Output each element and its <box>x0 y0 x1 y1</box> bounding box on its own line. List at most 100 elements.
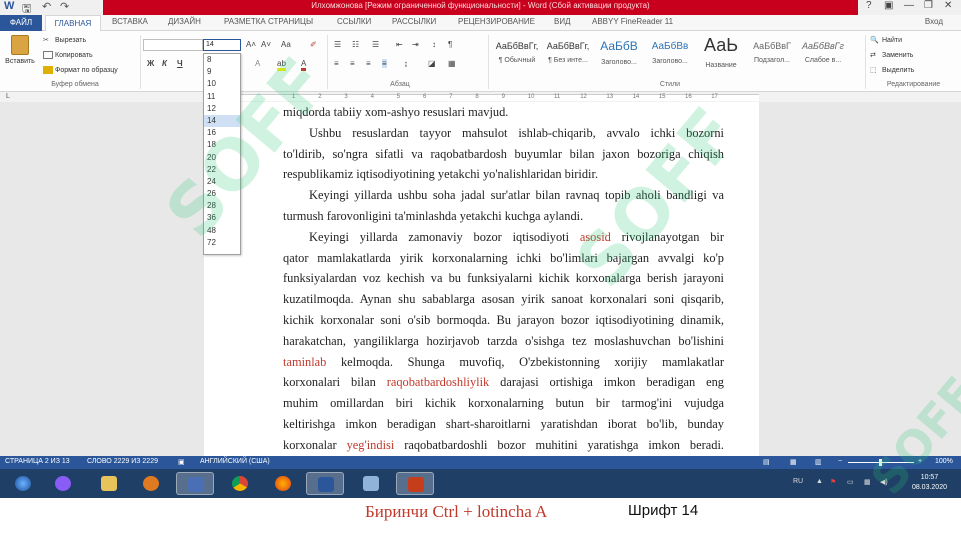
font-size-option[interactable]: 24 <box>204 176 240 188</box>
text-line[interactable]: korxonalar yeg'indisi raqobatbardoshli b… <box>283 435 724 456</box>
font-size-option[interactable]: 9 <box>204 66 240 78</box>
tab-design[interactable]: ДИЗАЙН <box>168 17 201 26</box>
font-name-field[interactable] <box>143 39 203 51</box>
multilevel-list-icon[interactable]: ☰ <box>372 40 379 49</box>
change-case-button[interactable]: Aa <box>281 40 291 49</box>
font-size-option[interactable]: 36 <box>204 212 240 224</box>
text-line[interactable]: keltirishga imkon beradigan shart-sharoi… <box>283 414 724 435</box>
font-size-option[interactable]: 12 <box>204 103 240 115</box>
font-size-option[interactable]: 20 <box>204 152 240 164</box>
word-icon[interactable] <box>306 472 344 495</box>
read-mode-icon[interactable]: ▤ <box>763 458 770 466</box>
decrease-indent-icon[interactable]: ⇤ <box>396 40 403 49</box>
text-line[interactable]: Ushbu resuslardan tayyor mahsulot ishlab… <box>283 123 724 144</box>
font-color-icon[interactable]: A <box>301 59 307 71</box>
misspelled-word[interactable]: yeg'indisi <box>347 438 395 452</box>
format-painter-button[interactable]: Формат по образцу <box>43 66 118 74</box>
text-line[interactable]: qator mamlakatlarda yirik korxonalarning… <box>283 248 724 269</box>
highlight-icon[interactable]: ab <box>277 59 286 71</box>
bold-button[interactable]: Ж <box>147 59 154 68</box>
text-line[interactable]: respublikamiz iqtisodiyotining yetakchi … <box>283 164 724 185</box>
borders-icon[interactable]: ▦ <box>448 59 456 68</box>
clock[interactable]: 10:57 08.03.2020 <box>912 473 947 493</box>
underline-button[interactable]: Ч <box>177 59 183 68</box>
misspelled-word[interactable]: raqobatbardoshliylik <box>387 375 490 389</box>
text-line[interactable]: miqdorda tabiiy xom-ashyo resuslari mavj… <box>283 102 724 123</box>
zoom-in-button[interactable]: + <box>918 458 922 465</box>
alice-icon[interactable] <box>44 472 82 495</box>
text-line[interactable]: kichik korxonalar soni o'sib bormoqda. B… <box>283 310 724 331</box>
tab-selector-icon[interactable]: L <box>6 93 10 100</box>
network-icon[interactable]: ▦ <box>864 478 871 486</box>
text-line[interactable]: korxonalari bilan raqobatbardoshliylik d… <box>283 372 724 393</box>
increase-indent-icon[interactable]: ⇥ <box>412 40 419 49</box>
language-tray[interactable]: RU <box>793 478 803 485</box>
action-center-icon[interactable]: ⚑ <box>830 478 836 486</box>
style-heading-2[interactable]: АаБбВв Заголово... <box>645 35 695 75</box>
help-button[interactable]: ? <box>866 0 872 11</box>
folder-icon[interactable] <box>90 472 128 495</box>
zoom-out-button[interactable]: − <box>838 458 842 465</box>
zoom-level[interactable]: 100% <box>935 458 953 465</box>
clear-format-icon[interactable]: ✐ <box>310 40 317 49</box>
proofing-icon[interactable]: ▣ <box>178 458 185 466</box>
shrink-font-button[interactable]: A˅ <box>261 40 271 49</box>
volume-icon[interactable]: ◀) <box>880 478 888 486</box>
scanner-icon[interactable] <box>352 472 390 495</box>
cut-button[interactable]: ✂ Вырезать <box>43 36 86 44</box>
align-left-icon[interactable]: ≡ <box>334 59 339 68</box>
text-line[interactable]: to'ldirib, so'ngra sifatli va raqobatbar… <box>283 144 724 165</box>
copy-button[interactable]: Копировать <box>43 51 93 59</box>
font-size-option[interactable]: 48 <box>204 225 240 237</box>
tray-expand-icon[interactable]: ▲ <box>816 478 823 485</box>
style-heading-1[interactable]: АаБбВ Заголово... <box>594 35 644 75</box>
align-right-icon[interactable]: ≡ <box>366 59 371 68</box>
font-size-option[interactable]: 14 <box>204 114 240 128</box>
replace-button[interactable]: ⇄ Заменить <box>870 51 913 59</box>
font-size-option[interactable]: 22 <box>204 164 240 176</box>
powerpoint-icon[interactable] <box>396 472 434 495</box>
undo-icon[interactable]: ↶ <box>42 0 51 13</box>
sort-icon[interactable]: ↕ <box>432 40 436 49</box>
firefox-icon[interactable] <box>264 472 302 495</box>
tab-home[interactable]: ГЛАВНАЯ <box>45 15 101 31</box>
tab-mailings[interactable]: РАССЫЛКИ <box>392 17 436 26</box>
misspelled-word[interactable]: taminlab <box>283 355 326 369</box>
font-size-dropdown[interactable]: 8 9 10 11 12 14 16 18 20 22 24 26 28 36 48 72 <box>203 53 241 255</box>
word-counter[interactable]: СЛОВО 2229 ИЗ 2229 <box>87 458 158 465</box>
text-line[interactable]: funksiyalardan voz kechish va bu funksiy… <box>283 268 724 289</box>
ribbon-display-button[interactable]: ▣ <box>884 0 893 11</box>
find-button[interactable]: 🔍 Найти <box>870 36 902 44</box>
font-size-field[interactable]: 14 <box>203 39 241 51</box>
start-orb-icon[interactable] <box>4 472 42 495</box>
battery-icon[interactable]: ▭ <box>847 478 854 486</box>
line-spacing-icon[interactable]: ↨ <box>404 59 408 68</box>
style-subtle-emphasis[interactable]: АаБбВвГг Слабое в... <box>798 35 848 75</box>
text-line[interactable]: muhim omillardan biri kichik korxonalarn… <box>283 393 724 414</box>
justify-icon[interactable]: ≡ <box>382 59 387 68</box>
font-size-option[interactable]: 16 <box>204 127 240 139</box>
tab-insert[interactable]: ВСТАВКА <box>112 17 148 26</box>
style-normal[interactable]: АаБбВвГг, ¶ Обычный <box>492 35 542 75</box>
tab-review[interactable]: РЕЦЕНЗИРОВАНИЕ <box>458 17 535 26</box>
tab-abbyy[interactable]: ABBYY FineReader 11 <box>592 17 673 26</box>
web-layout-icon[interactable]: ▥ <box>815 458 822 466</box>
horizontal-ruler[interactable]: 1 2 3 4 5 6 7 8 9 10 11 12 13 14 15 16 17 <box>204 94 759 101</box>
font-size-option[interactable]: 8 <box>204 54 240 66</box>
align-center-icon[interactable]: ≡ <box>350 59 355 68</box>
tab-view[interactable]: ВИД <box>554 17 571 26</box>
signin-link[interactable]: Вход <box>925 17 943 26</box>
document-text[interactable]: miqdorda tabiiy xom-ashyo resuslari mavj… <box>283 102 724 456</box>
language-indicator[interactable]: АНГЛИЙСКИЙ (США) <box>200 458 270 465</box>
text-line[interactable]: kuzatilmoqda. Aynan shu sabablarga asosa… <box>283 289 724 310</box>
font-size-option[interactable]: 11 <box>204 91 240 103</box>
shading-icon[interactable]: ◪ <box>428 59 436 68</box>
redo-icon[interactable]: ↷ <box>60 0 69 13</box>
chrome-icon[interactable] <box>221 472 259 495</box>
tab-layout[interactable]: РАЗМЕТКА СТРАНИЦЫ <box>224 17 313 26</box>
select-button[interactable]: ⬚ Выделить <box>870 66 914 74</box>
italic-button[interactable]: К <box>162 59 167 68</box>
floppy-icon[interactable] <box>176 472 214 495</box>
media-player-icon[interactable] <box>132 472 170 495</box>
minimize-button[interactable]: — <box>904 0 914 11</box>
